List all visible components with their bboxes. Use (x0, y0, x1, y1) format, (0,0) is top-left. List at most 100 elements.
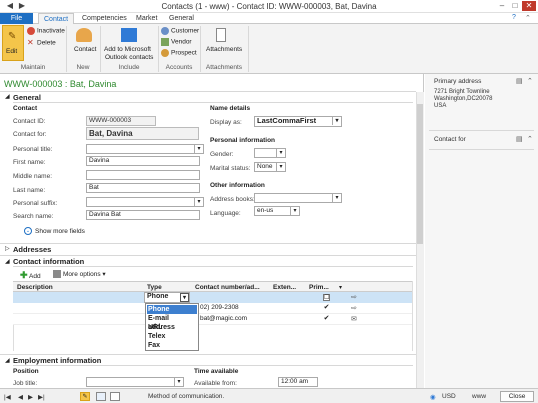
edit-button[interactable]: ✎ Edit (2, 25, 24, 61)
type-dropdown-list: Phone E-mail address URL Telex Fax (145, 303, 199, 351)
table-row[interactable]: Phone ▾ ☐ ⇨ (13, 292, 413, 303)
chevron-down-icon[interactable]: ▾ (174, 378, 183, 386)
prospect-button[interactable]: Prospect (161, 49, 197, 57)
panel-collapse-icon[interactable]: ⌃ (527, 135, 533, 143)
tab-file[interactable]: File (0, 13, 33, 24)
col-extension[interactable]: Exten... (273, 284, 296, 291)
close-button[interactable]: Close (500, 391, 534, 402)
chevron-down-icon[interactable]: ▾ (180, 293, 189, 302)
email-icon[interactable]: ✉ (351, 315, 357, 323)
inactivate-button[interactable]: Inactivate (27, 27, 65, 35)
chevron-down-icon[interactable]: ▾ (332, 117, 341, 125)
customer-button[interactable]: Customer (161, 27, 199, 35)
chevron-down-icon[interactable]: ▾ (194, 145, 203, 153)
collapse-contact-info-icon[interactable]: ◢ (5, 258, 10, 265)
contact-id-label: Contact ID: (13, 118, 46, 125)
col-description[interactable]: Description (17, 284, 53, 291)
address-books-select[interactable]: ▾ (254, 193, 342, 203)
tab-competencies[interactable]: Competencies (77, 13, 132, 24)
details-icon[interactable]: ⇨ (351, 293, 357, 301)
add-button[interactable]: ✚ Add (20, 270, 41, 281)
gender-select[interactable]: ▾ (254, 148, 286, 158)
middle-name-field[interactable] (86, 170, 200, 180)
first-name-field[interactable]: Davina (86, 156, 200, 166)
panel-settings-icon[interactable]: ▤ (516, 77, 523, 85)
contact-for-field[interactable]: Bat, Davina (86, 127, 199, 140)
chevron-down-icon[interactable]: ▾ (339, 284, 342, 291)
help-icon[interactable]: ? (512, 14, 516, 21)
marital-status-label: Marital status: (210, 165, 251, 172)
contact-number-cell[interactable]: bat@magic.com (200, 315, 247, 322)
col-type[interactable]: Type (147, 284, 162, 291)
type-option-url[interactable]: URL (147, 323, 197, 332)
employment-header[interactable]: Employment information (13, 356, 101, 365)
display-as-select[interactable]: LastCommaFirst ▾ (254, 116, 342, 127)
chevron-down-icon[interactable]: ▾ (276, 163, 285, 171)
show-more-fields-link[interactable]: Show more fields (35, 228, 85, 235)
col-primary[interactable]: Prim... (309, 284, 329, 291)
personal-suffix-select[interactable]: ▾ (86, 197, 204, 207)
collapse-ribbon-icon[interactable]: ⌃ (525, 14, 531, 22)
view-mode-icon[interactable] (96, 392, 106, 401)
collapse-general-icon[interactable]: ◢ (5, 93, 10, 100)
notification-icon[interactable]: ◉ (430, 393, 436, 401)
back-icon[interactable]: ◀ (4, 1, 16, 11)
marital-status-select[interactable]: None ▾ (254, 162, 286, 172)
table-row[interactable]: 02) 209-2308 ✔ ⇨ (13, 303, 413, 314)
delete-button[interactable]: ✕ Delete (27, 39, 56, 47)
close-window-icon[interactable]: ✕ (522, 1, 536, 11)
address-books-label: Address books: (210, 196, 255, 203)
primary-checkbox[interactable]: ✔ (323, 304, 330, 312)
panel-collapse-icon[interactable]: ⌃ (527, 77, 533, 85)
panel-settings-icon[interactable]: ▤ (516, 135, 523, 143)
company[interactable]: www (472, 393, 486, 400)
col-contact-number[interactable]: Contact number/ad... (195, 284, 260, 291)
vendor-button[interactable]: Vendor (161, 38, 192, 46)
previous-record-icon[interactable]: ◀ (18, 393, 23, 401)
last-name-field[interactable]: Bat (86, 183, 200, 193)
last-record-icon[interactable]: ▶| (38, 393, 45, 401)
chevron-down-icon[interactable]: ▾ (332, 194, 341, 202)
next-record-icon[interactable]: ▶ (28, 393, 33, 401)
contact-id-field[interactable]: WWW-000003 (86, 116, 156, 126)
expand-addresses-icon[interactable]: ▷ (5, 245, 10, 252)
outlook-icon (121, 28, 137, 42)
tab-contact[interactable]: Contact (38, 13, 75, 24)
chevron-down-icon[interactable]: ▾ (194, 198, 203, 206)
tab-general[interactable]: General (164, 13, 199, 24)
type-option-phone[interactable]: Phone (147, 305, 197, 314)
language-select[interactable]: en-us ▾ (254, 206, 300, 216)
tab-market[interactable]: Market (131, 13, 162, 24)
table-row[interactable]: bat@magic.com ✔ ✉ (13, 314, 413, 325)
personal-title-select[interactable]: ▾ (86, 144, 204, 154)
type-select[interactable]: Phone ▾ (144, 292, 190, 303)
minimize-icon[interactable]: – (496, 1, 508, 11)
primary-checkbox[interactable]: ☐ (323, 294, 330, 301)
forward-icon[interactable]: ▶ (16, 1, 28, 11)
contact-subheader: Contact (13, 105, 38, 112)
show-more-icon[interactable]: ⌄ (24, 227, 32, 235)
contact-number-cell[interactable]: 02) 209-2308 (200, 304, 239, 311)
chevron-down-icon[interactable]: ▾ (276, 149, 285, 157)
type-option-email[interactable]: E-mail address (147, 314, 197, 331)
grid-view-icon[interactable] (110, 392, 120, 401)
addresses-header[interactable]: Addresses (13, 245, 51, 254)
maximize-icon[interactable]: □ (509, 1, 521, 11)
currency[interactable]: USD (442, 393, 456, 400)
general-header[interactable]: General (13, 93, 41, 102)
details-icon[interactable]: ⇨ (351, 304, 357, 312)
search-name-field[interactable]: Davina Bat (86, 210, 200, 220)
type-option-telex[interactable]: Telex (147, 332, 197, 341)
chevron-down-icon[interactable]: ▾ (290, 207, 299, 215)
available-from-field[interactable]: 12:00 am (278, 377, 318, 387)
more-options-button[interactable]: More options ▾ (53, 270, 106, 279)
more-options-label: More options (63, 271, 101, 278)
contact-info-header[interactable]: Contact information (13, 257, 84, 266)
type-option-fax[interactable]: Fax (147, 341, 197, 350)
job-title-select[interactable]: ▾ (86, 377, 184, 387)
edit-mode-icon[interactable]: ✎ (80, 392, 90, 401)
primary-checkbox[interactable]: ✔ (323, 315, 330, 323)
collapse-employment-icon[interactable]: ◢ (5, 357, 10, 364)
scrollbar-thumb[interactable] (417, 104, 423, 244)
first-record-icon[interactable]: |◀ (4, 393, 11, 401)
